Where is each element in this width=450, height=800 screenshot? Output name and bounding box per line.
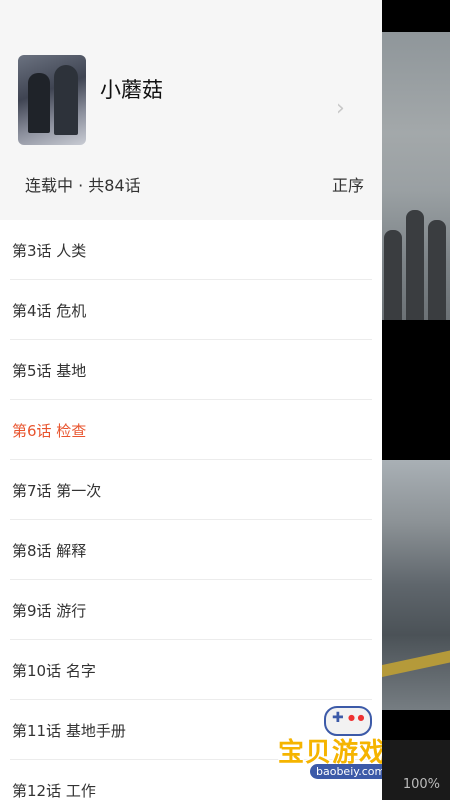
chapter-item[interactable]: 第3话 人类 [0, 220, 382, 280]
watermark-url: baobeiy.com [310, 764, 382, 779]
comic-title[interactable]: 小蘑菇 [100, 74, 163, 104]
road-stripe [380, 650, 450, 678]
chapter-label: 第6话 检查 [12, 422, 87, 440]
chapter-label: 第10话 名字 [12, 662, 96, 680]
serial-status: 连载中 · 共84话 [25, 176, 141, 195]
chapter-item[interactable]: 第4话 危机 [0, 280, 382, 340]
chapter-item[interactable]: 第10话 名字 [0, 640, 382, 700]
zoom-level: 100% [402, 777, 440, 792]
watermark-logo: 宝贝游戏网 baobeiy.com [278, 706, 382, 786]
chevron-right-icon[interactable]: › [336, 96, 345, 121]
chapter-item-current[interactable]: 第6话 检查 [0, 400, 382, 460]
chapter-label: 第4话 危机 [12, 302, 87, 320]
comic-panel-image [380, 460, 450, 710]
chapter-label: 第9话 游行 [12, 602, 87, 620]
chapter-label: 第11话 基地手册 [12, 722, 126, 740]
chapter-label: 第12话 工作 [12, 782, 96, 800]
chapter-item[interactable]: 第8话 解释 [0, 520, 382, 580]
chapter-label: 第5话 基地 [12, 362, 87, 380]
figure-silhouette [384, 230, 402, 320]
sort-order-button[interactable]: 正序 [332, 172, 364, 196]
chapter-item[interactable]: 第5话 基地 [0, 340, 382, 400]
chapter-label: 第8话 解释 [12, 542, 87, 560]
chapter-drawer: 小蘑菇 › 连载中 · 共84话 正序 第3话 人类 第4话 危机 第5话 基地 第6… [0, 0, 382, 800]
chapter-label: 第7话 第一次 [12, 482, 102, 500]
chapter-item[interactable]: 第9话 游行 [0, 580, 382, 640]
comic-panel-image [380, 32, 450, 320]
chapter-label: 第3话 人类 [12, 242, 87, 260]
drawer-header[interactable]: 小蘑菇 › 连载中 · 共84话 正序 [0, 0, 382, 220]
comic-cover-image[interactable] [18, 55, 86, 145]
figure-silhouette [428, 220, 446, 320]
chapter-item[interactable]: 第7话 第一次 [0, 460, 382, 520]
figure-silhouette [406, 210, 424, 320]
